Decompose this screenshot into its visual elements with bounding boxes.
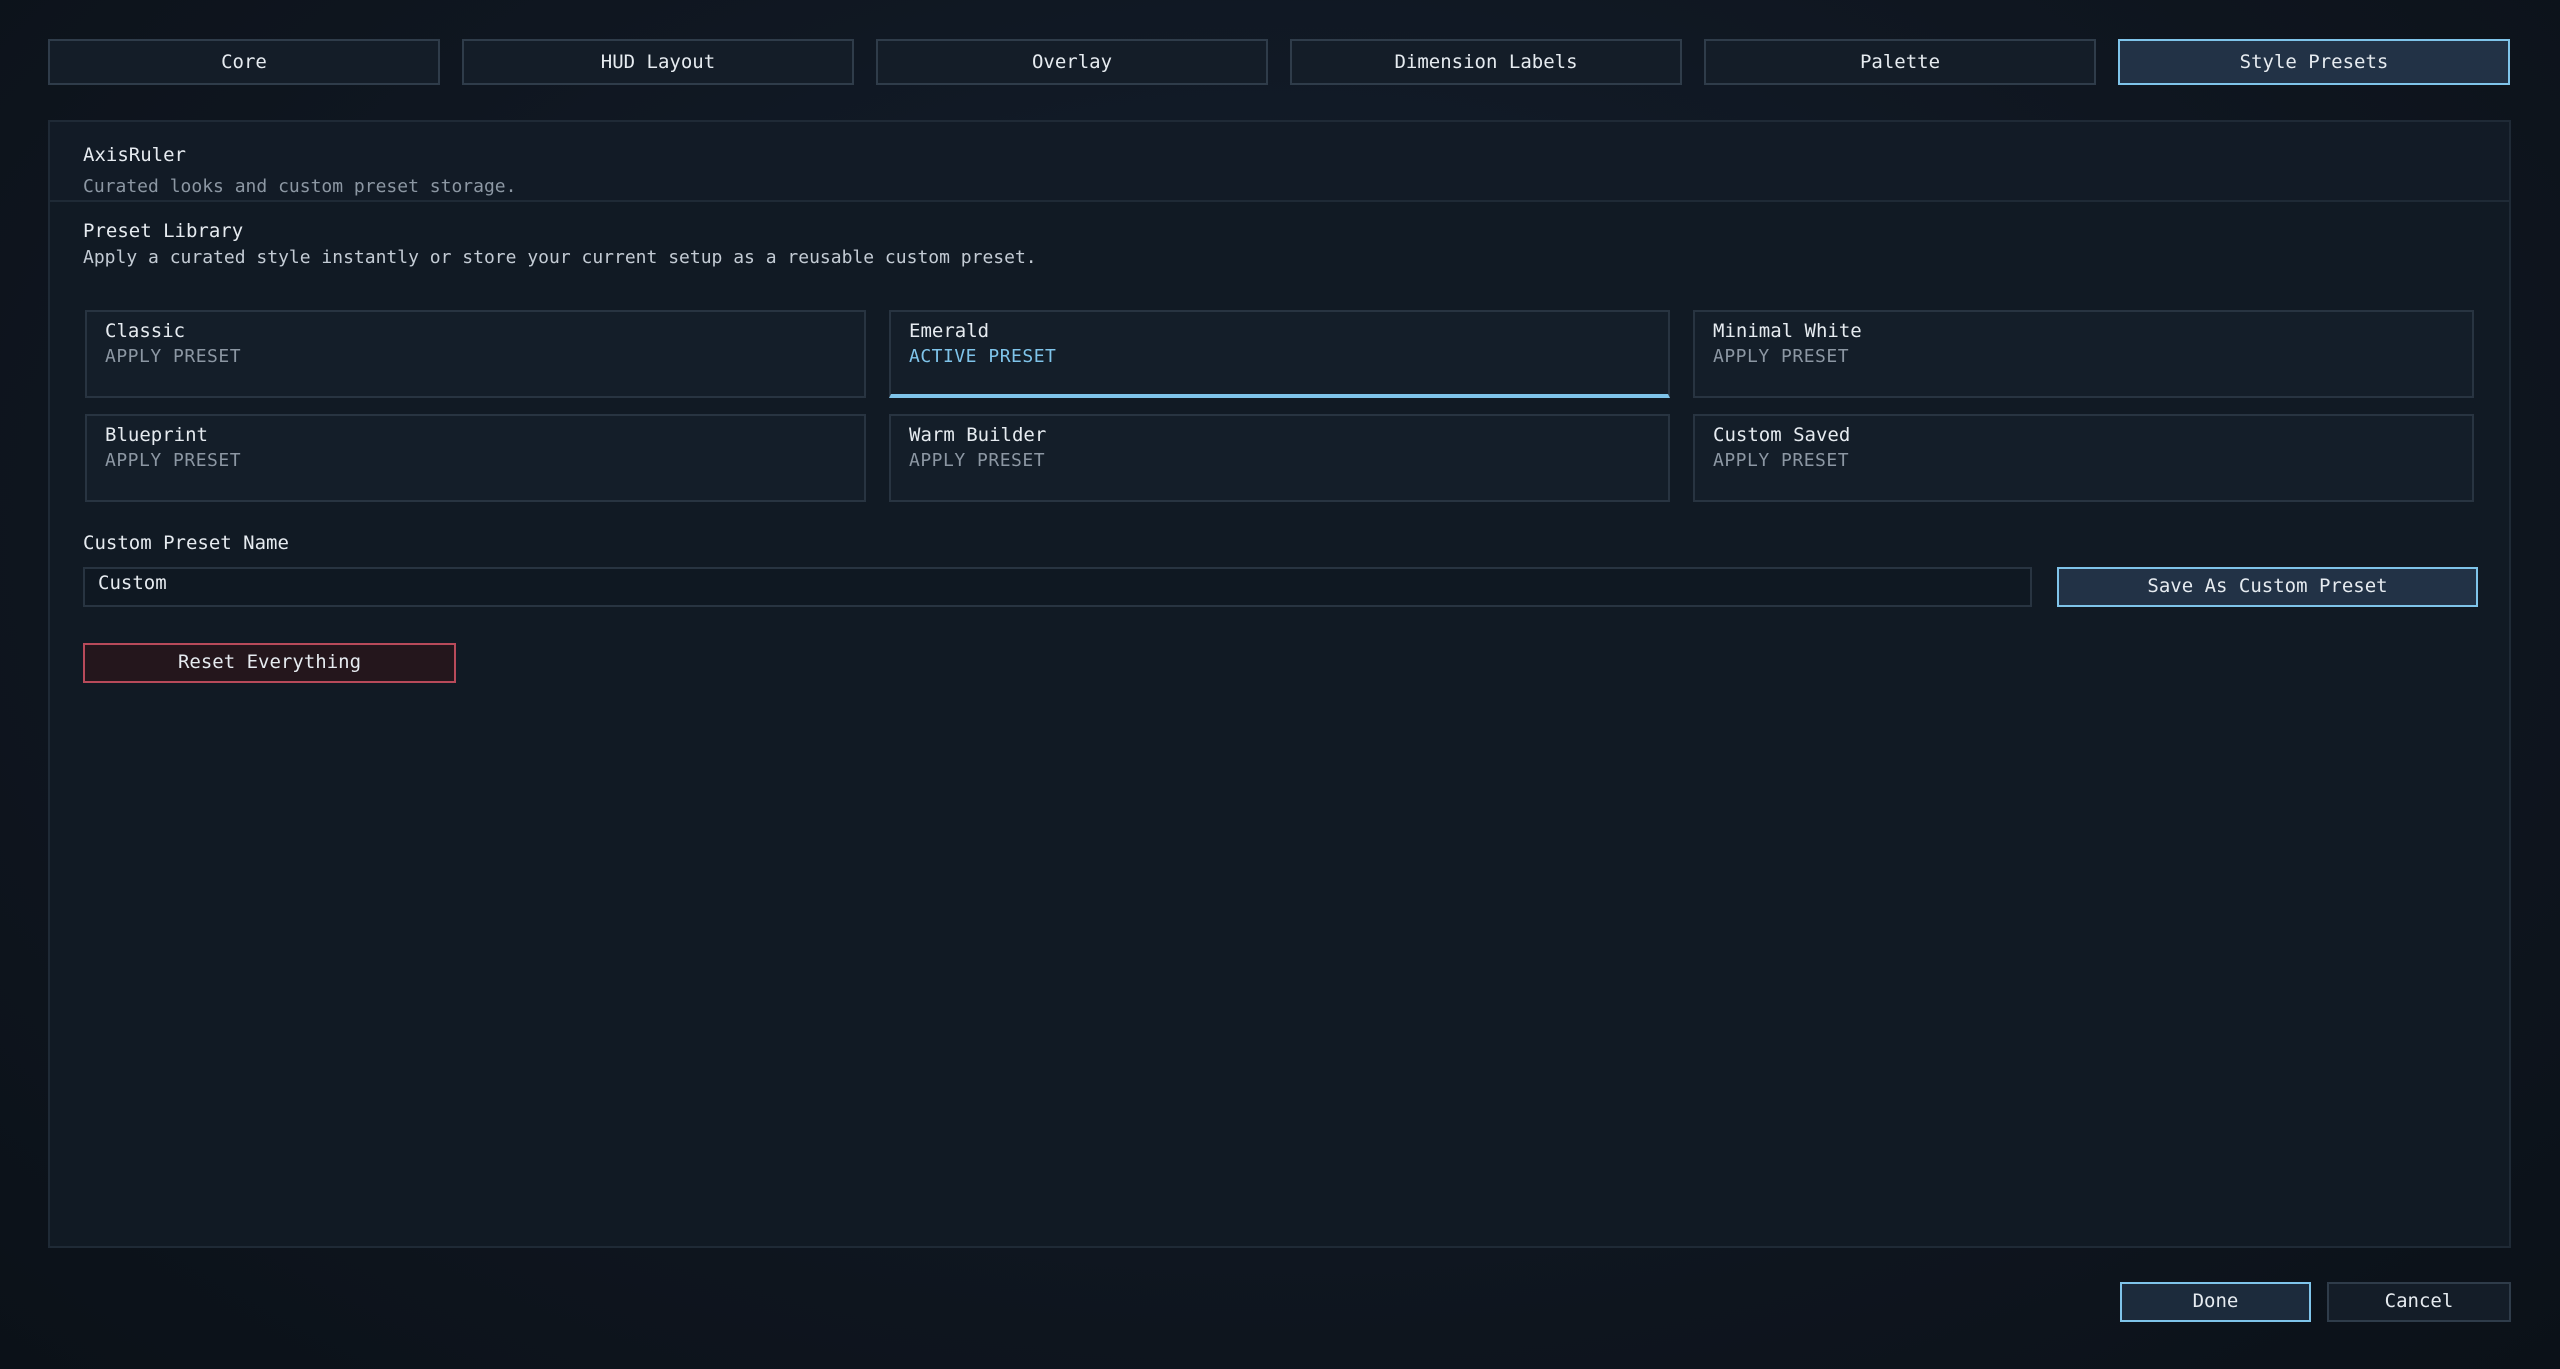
- preset-action: APPLY PRESET: [1713, 450, 1850, 471]
- tab-palette[interactable]: Palette: [1704, 39, 2096, 85]
- preset-action: ACTIVE PRESET: [909, 346, 1057, 367]
- save-custom-preset-button[interactable]: Save As Custom Preset: [2057, 567, 2478, 607]
- preset-name: Emerald: [909, 320, 990, 342]
- custom-preset-name-label: Custom Preset Name: [83, 532, 289, 554]
- preset-name: Warm Builder: [909, 424, 1047, 446]
- tab-core[interactable]: Core: [48, 39, 440, 85]
- preset-name: Custom Saved: [1713, 424, 1851, 446]
- preset-card-classic[interactable]: Classic APPLY PRESET: [85, 310, 866, 398]
- app-subtitle: Curated looks and custom preset storage.: [83, 176, 517, 197]
- preset-name: Classic: [105, 320, 186, 342]
- section-description: Apply a curated style instantly or store…: [83, 247, 1037, 268]
- custom-preset-name-input[interactable]: [83, 567, 2032, 607]
- preset-card-emerald[interactable]: Emerald ACTIVE PRESET: [889, 310, 1670, 398]
- section-title: Preset Library: [83, 220, 244, 242]
- preset-card-warm-builder[interactable]: Warm Builder APPLY PRESET: [889, 414, 1670, 502]
- tab-dimension-labels[interactable]: Dimension Labels: [1290, 39, 1682, 85]
- preset-card-minimal-white[interactable]: Minimal White APPLY PRESET: [1693, 310, 2474, 398]
- tab-overlay[interactable]: Overlay: [876, 39, 1268, 85]
- settings-panel: AxisRuler Curated looks and custom prese…: [48, 120, 2511, 1248]
- done-button[interactable]: Done: [2120, 1282, 2311, 1322]
- preset-card-blueprint[interactable]: Blueprint APPLY PRESET: [85, 414, 866, 502]
- reset-everything-button[interactable]: Reset Everything: [83, 643, 456, 683]
- preset-name: Minimal White: [1713, 320, 1862, 342]
- preset-name: Blueprint: [105, 424, 208, 446]
- app-title: AxisRuler: [83, 144, 186, 166]
- preset-action: APPLY PRESET: [105, 346, 242, 367]
- cancel-button[interactable]: Cancel: [2327, 1282, 2511, 1322]
- preset-action: APPLY PRESET: [1713, 346, 1850, 367]
- tab-hud-layout[interactable]: HUD Layout: [462, 39, 854, 85]
- tab-style-presets[interactable]: Style Presets: [2118, 39, 2510, 85]
- preset-card-custom-saved[interactable]: Custom Saved APPLY PRESET: [1693, 414, 2474, 502]
- panel-header: AxisRuler Curated looks and custom prese…: [50, 122, 2509, 202]
- tab-bar: Core HUD Layout Overlay Dimension Labels…: [48, 39, 2513, 87]
- preset-action: APPLY PRESET: [909, 450, 1046, 471]
- preset-action: APPLY PRESET: [105, 450, 242, 471]
